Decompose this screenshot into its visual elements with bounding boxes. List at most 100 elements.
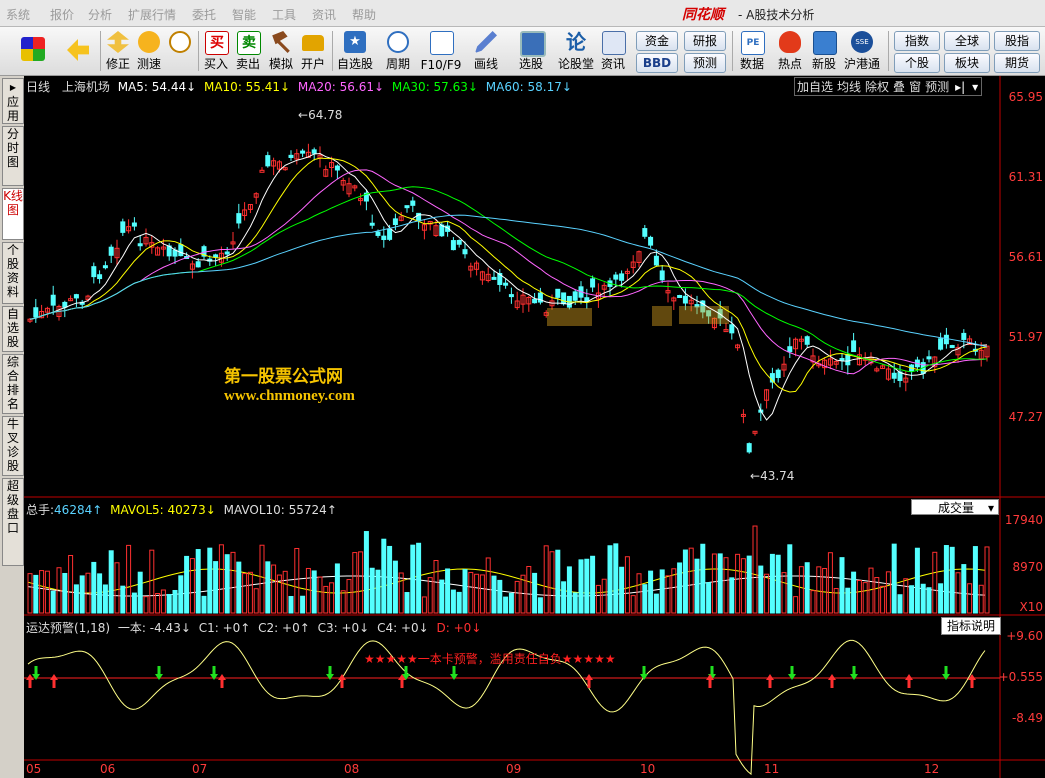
volume-bar bbox=[97, 573, 103, 614]
volume-bar bbox=[120, 585, 126, 614]
y-tick: 17940 bbox=[1004, 513, 1043, 527]
menu-tools[interactable]: 工具 bbox=[272, 6, 296, 23]
volume-bar bbox=[845, 587, 851, 614]
kline-legend: 日线 上海机场 MA5: 54.44↓ MA10: 55.41↓ MA20: 5… bbox=[26, 78, 572, 95]
watchlist-button[interactable]: ★ 自选股 bbox=[334, 27, 376, 75]
volume-dropdown[interactable]: 成交量 ▾ bbox=[911, 499, 999, 515]
predict-button[interactable]: 预测 bbox=[923, 80, 951, 94]
x-tick: 06 bbox=[100, 762, 116, 776]
futures-button[interactable]: 期货 bbox=[994, 53, 1040, 73]
stocks-button[interactable]: 个股 bbox=[894, 53, 940, 73]
candle-body bbox=[555, 288, 561, 298]
sell-icon: 卖 bbox=[237, 31, 261, 55]
fund-button[interactable]: 资金 bbox=[636, 31, 678, 51]
chart-area[interactable]: 日线 上海机场 MA5: 54.44↓ MA10: 55.41↓ MA20: 5… bbox=[24, 76, 1045, 778]
gavel-icon bbox=[272, 31, 290, 53]
hotspot-button[interactable]: 热点 bbox=[772, 27, 808, 75]
volume-dropdown-label: 成交量 bbox=[938, 501, 975, 515]
y-tick: 61.31 bbox=[1008, 170, 1043, 184]
stock-pick-button[interactable]: 选股 bbox=[510, 27, 552, 75]
chevron-down-icon[interactable]: ▾ bbox=[969, 80, 981, 94]
period-button[interactable]: 周期 bbox=[378, 27, 418, 75]
new-stock-button[interactable]: 新股 bbox=[808, 27, 840, 75]
candle-body bbox=[659, 270, 665, 281]
bbd-button[interactable]: BBD bbox=[636, 53, 678, 73]
menu-help[interactable]: 帮助 bbox=[352, 6, 376, 23]
forecast-button[interactable]: 预测 bbox=[684, 53, 726, 73]
clock-button[interactable] bbox=[166, 27, 194, 75]
volume-bar bbox=[590, 555, 596, 614]
volume-bar bbox=[578, 559, 584, 614]
add-watch-button[interactable]: 加自选 bbox=[795, 80, 835, 94]
menu-smart[interactable]: 智能 bbox=[232, 6, 256, 23]
tab-timeshare[interactable]: 分时图 bbox=[2, 126, 24, 186]
overlay-button[interactable]: 叠 bbox=[891, 80, 907, 94]
correct-button[interactable]: 修正 bbox=[104, 27, 132, 75]
expand-icon[interactable]: ▸| bbox=[951, 80, 969, 94]
ma-button[interactable]: 均线 bbox=[835, 80, 863, 94]
newspaper-icon bbox=[602, 31, 626, 55]
menu-quote[interactable]: 报价 bbox=[50, 6, 74, 23]
candle-body bbox=[62, 301, 68, 308]
global-button[interactable]: 全球 bbox=[944, 31, 990, 51]
candle-body bbox=[410, 200, 416, 206]
volume-bar bbox=[706, 582, 712, 614]
candle-body bbox=[213, 254, 219, 258]
candle-body bbox=[300, 150, 306, 154]
kline-chart[interactable] bbox=[24, 76, 1045, 778]
y-tick: -8.49 bbox=[1011, 711, 1043, 725]
simulate-button[interactable]: 模拟 bbox=[266, 27, 296, 75]
low-price-label: ←43.74 bbox=[750, 469, 795, 483]
hk-connect-button[interactable]: SSE 沪港通 bbox=[842, 27, 882, 75]
tab-ranking[interactable]: 综合排名 bbox=[2, 354, 24, 414]
speed-icon bbox=[138, 31, 160, 53]
candle-body bbox=[456, 239, 462, 245]
back-button[interactable] bbox=[58, 27, 98, 75]
total-label: 总手: bbox=[26, 503, 55, 517]
volume-bar bbox=[566, 566, 572, 614]
volume-bar bbox=[178, 575, 184, 614]
speedtest-button[interactable]: 测速 bbox=[134, 27, 164, 75]
news-label: 资讯 bbox=[600, 57, 625, 71]
stock-index-button[interactable]: 股指 bbox=[994, 31, 1040, 51]
candle-body bbox=[450, 240, 456, 251]
tab-apps[interactable]: ▶ 应用 bbox=[2, 78, 24, 124]
tab-super-panel[interactable]: 超级盘口 bbox=[2, 478, 24, 566]
indicator-help-button[interactable]: 指标说明 bbox=[941, 617, 1001, 635]
buy-button[interactable]: 买 买入 bbox=[202, 27, 230, 75]
layout-button[interactable] bbox=[12, 27, 54, 75]
volume-bar bbox=[961, 564, 967, 614]
research-button[interactable]: 研报 bbox=[684, 31, 726, 51]
news-button[interactable]: 资讯 bbox=[598, 27, 628, 75]
sector-button[interactable]: 板块 bbox=[944, 53, 990, 73]
x-tick: 09 bbox=[506, 762, 522, 776]
toolbar: 修正 测速 买 买入 卖 卖出 模拟 开户 ★ 自选股 周期 F10/F9 画线 bbox=[0, 27, 1045, 76]
tab-stock-profile[interactable]: 个股资料 bbox=[2, 242, 24, 304]
grid-icon bbox=[21, 37, 45, 61]
tab-watchlist[interactable]: 自选股 bbox=[2, 306, 24, 352]
x-tick: 07 bbox=[192, 762, 208, 776]
index-button[interactable]: 指数 bbox=[894, 31, 940, 51]
sell-button[interactable]: 卖 卖出 bbox=[234, 27, 262, 75]
menu-trade[interactable]: 委托 bbox=[192, 6, 216, 23]
candle-body bbox=[804, 336, 810, 345]
exright-button[interactable]: 除权 bbox=[863, 80, 891, 94]
data-button[interactable]: PE 数据 bbox=[736, 27, 768, 75]
menu-analysis[interactable]: 分析 bbox=[88, 6, 112, 23]
menu-system[interactable]: 系统 bbox=[6, 6, 30, 23]
menu-extended-market[interactable]: 扩展行情 bbox=[128, 6, 176, 23]
tab-diagnosis[interactable]: 牛叉诊股 bbox=[2, 416, 24, 476]
volume-bar bbox=[363, 531, 369, 614]
correct-label: 修正 bbox=[105, 57, 130, 71]
window-button[interactable]: 窗 bbox=[907, 80, 923, 94]
volume-bar bbox=[369, 567, 375, 614]
f10-button[interactable]: F10/F9 bbox=[420, 27, 462, 75]
menu-news[interactable]: 资讯 bbox=[312, 6, 336, 23]
forum-button[interactable]: 论 论股堂 bbox=[556, 27, 596, 75]
tab-kline[interactable]: K线图 bbox=[2, 188, 24, 240]
open-account-button[interactable]: 开户 bbox=[298, 27, 328, 75]
volume-bar bbox=[166, 593, 172, 614]
volume-bar bbox=[236, 561, 242, 614]
candle-body bbox=[891, 372, 897, 379]
draw-line-button[interactable]: 画线 bbox=[466, 27, 506, 75]
